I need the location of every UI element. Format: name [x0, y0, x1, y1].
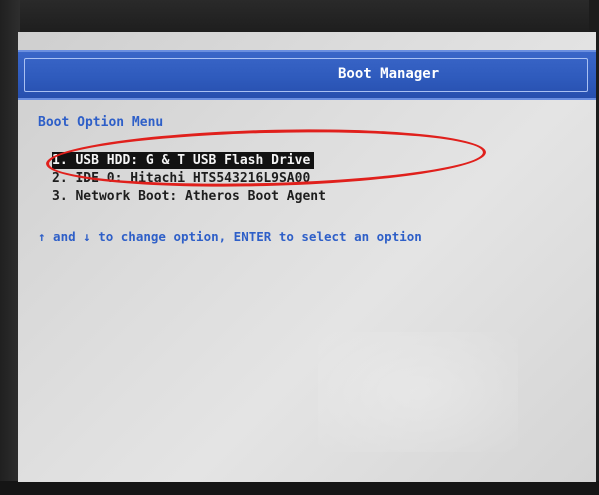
monitor-bezel-bottom [0, 481, 599, 495]
boot-option-network-boot[interactable]: 3. Network Boot: Atheros Boot Agent [52, 188, 326, 205]
screen-glare [318, 332, 518, 452]
navigation-hint: ↑ and ↓ to change option, ENTER to selec… [38, 229, 422, 244]
title-bar-border [24, 58, 588, 92]
window-title: Boot Manager [338, 66, 440, 82]
bios-screen: Boot Manager Boot Option Menu 1. USB HDD… [18, 32, 596, 482]
boot-option-menu-heading: Boot Option Menu [38, 115, 164, 130]
title-bar: Boot Manager [18, 50, 596, 100]
annotation-circle [45, 124, 487, 192]
monitor-bezel-left [0, 0, 20, 495]
